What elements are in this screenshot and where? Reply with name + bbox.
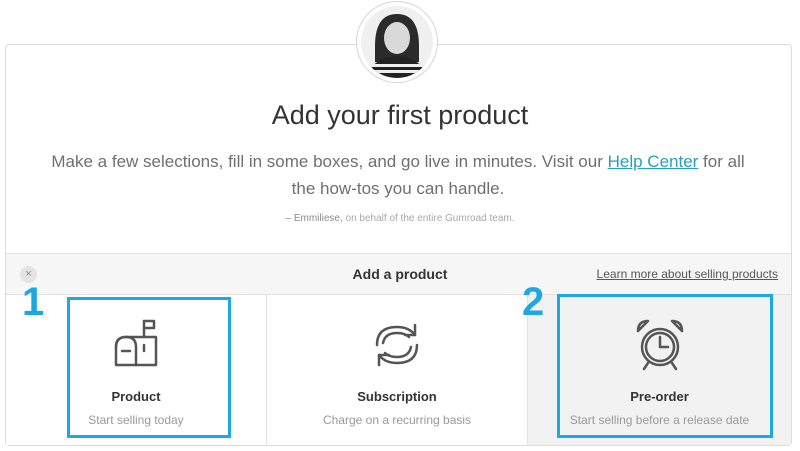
refresh-icon <box>375 323 419 367</box>
option-name: Subscription <box>357 389 437 404</box>
page-title: Add your first product <box>271 100 529 130</box>
option-preorder[interactable]: Pre-order Start selling before a release… <box>528 295 791 445</box>
option-name: Product <box>111 389 161 404</box>
learn-more-link[interactable]: Learn more about selling products <box>597 267 778 281</box>
help-center-link[interactable]: Help Center <box>608 152 699 171</box>
option-name: Pre-order <box>630 389 689 404</box>
alarm-clock-icon <box>636 319 683 371</box>
signature-author: – Emmiliese, <box>285 213 343 224</box>
annotation-number-1: 1 <box>22 280 45 324</box>
avatar <box>356 1 438 83</box>
signature-text: on behalf of the entire Gumroad team. <box>342 213 515 224</box>
option-subscription[interactable]: Subscription Charge on a recurring basis <box>267 295 528 445</box>
annotation-number-2: 2 <box>522 280 545 324</box>
intro-text: Make a few selections, fill in some boxe… <box>40 148 756 202</box>
option-desc: Charge on a recurring basis <box>322 413 472 427</box>
signature: – Emmiliese, on behalf of the entire Gum… <box>0 213 800 224</box>
mailbox-icon <box>114 319 158 367</box>
option-desc: Start selling today <box>88 413 184 427</box>
intro-text-start: Make a few selections, fill in some boxe… <box>51 152 608 171</box>
option-desc: Start selling before a release date <box>569 413 750 427</box>
option-product[interactable]: Product Start selling today <box>6 295 267 445</box>
